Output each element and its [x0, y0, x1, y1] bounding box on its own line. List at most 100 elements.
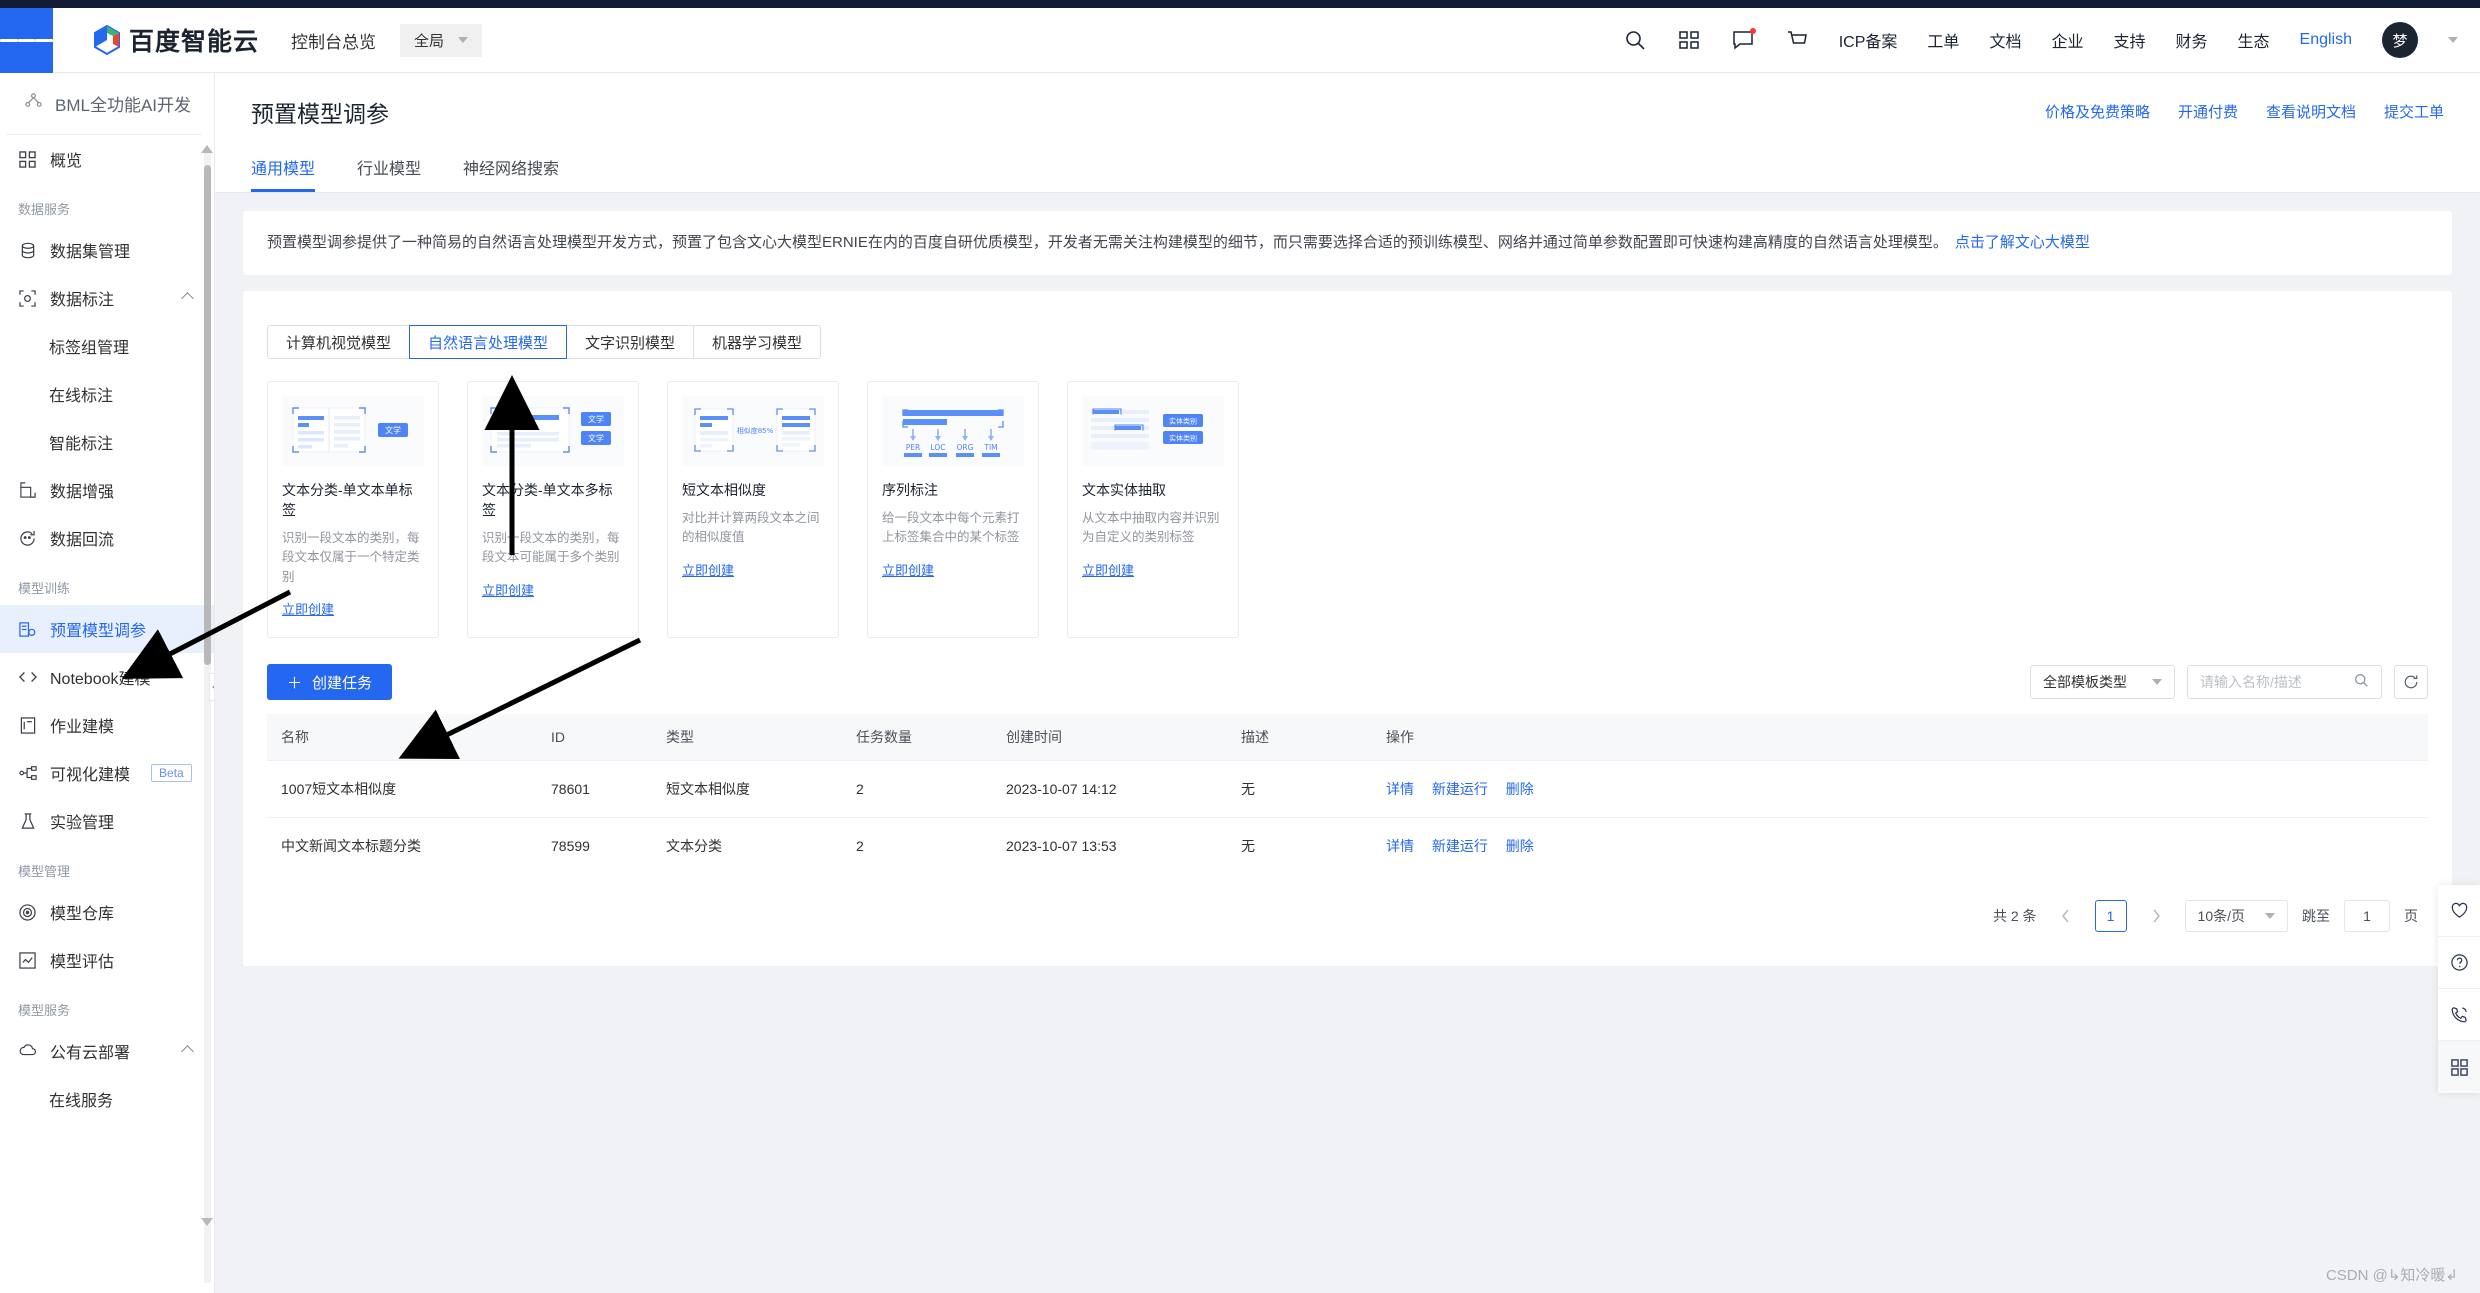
console-title[interactable]: 控制台总览 [291, 28, 376, 53]
info-banner-link[interactable]: 点击了解文心大模型 [1955, 234, 2090, 251]
action-new-run[interactable]: 新建运行 [1432, 838, 1488, 854]
sidebar-item-overview[interactable]: 概览 [0, 135, 214, 183]
col-count: 任务数量 [842, 714, 992, 762]
chevron-down-icon[interactable] [2448, 37, 2458, 43]
tab-industry-model[interactable]: 行业模型 [357, 155, 421, 192]
template-type-select[interactable]: 全部模板类型 [2030, 665, 2175, 700]
sidebar-item-data-augmentation[interactable]: 数据增强 [0, 466, 214, 514]
action-detail[interactable]: 详情 [1386, 838, 1414, 854]
model-card[interactable]: 文学 文本分类-单文本单标签 识别一段文本的类别，每段文本仅属于一个特定类别 立… [267, 381, 439, 639]
action-new-run[interactable]: 新建运行 [1432, 781, 1488, 797]
sidebar-item-smart-annotation[interactable]: 智能标注 [0, 418, 214, 466]
next-page-button[interactable] [2141, 901, 2171, 931]
sidebar-item-experiment-management[interactable]: 实验管理 [0, 797, 214, 845]
tab-nas[interactable]: 神经网络搜索 [463, 155, 559, 192]
grid-icon[interactable] [2438, 1041, 2480, 1093]
sidebar-scrollbar-thumb[interactable] [204, 165, 211, 665]
brand[interactable]: 百度智能云 [93, 22, 259, 58]
tab-general-model[interactable]: 通用模型 [251, 155, 316, 192]
sidebar-item-model-repository[interactable]: 模型仓库 [0, 888, 214, 936]
category-cv[interactable]: 计算机视觉模型 [267, 325, 411, 359]
header-link-support[interactable]: 支持 [2113, 28, 2145, 52]
card-thumbnail: PER LOC ORG TIM [882, 396, 1024, 466]
cart-icon[interactable] [1785, 28, 1809, 52]
create-task-button[interactable]: ＋ 创建任务 [267, 664, 393, 701]
search-icon[interactable] [2354, 673, 2369, 691]
model-card[interactable]: PER LOC ORG TIM 序列标注 给一段文本中每个元素打上标签集合中的某个标… [867, 381, 1039, 639]
sidebar-item-notebook-modeling[interactable]: Notebook建模 [0, 653, 214, 701]
sidebar-item-label-group-management[interactable]: 标签组管理 [0, 322, 214, 370]
scroll-up-arrow-icon[interactable] [201, 145, 213, 153]
action-detail[interactable]: 详情 [1386, 781, 1414, 797]
models-panel: 计算机视觉模型 自然语言处理模型 文字识别模型 机器学习模型 文学 文本分类-单… [243, 291, 2452, 967]
table-filters: 全部模板类型 请输入名称/描述 [2030, 665, 2428, 700]
scroll-down-arrow-icon[interactable] [201, 1218, 213, 1226]
category-ml[interactable]: 机器学习模型 [693, 325, 822, 359]
language-switch[interactable]: English [2300, 31, 2352, 49]
question-icon[interactable] [2438, 937, 2480, 989]
cell-name: 中文新闻文本标题分类 [281, 838, 421, 855]
model-card[interactable]: 实体类别 实体类别 文本实体抽取 从文本中抽取内容并识别为自定义的类别标签 立即… [1067, 381, 1239, 639]
table-head: 名称 ID 类型 任务数量 创建时间 描述 操作 [267, 714, 2428, 762]
card-title: 序列标注 [882, 482, 938, 498]
table-row[interactable]: 1007短文本相似度 78601 短文本相似度 2 2023-10-07 14:… [267, 760, 2428, 819]
sidebar-item-data-annotation[interactable]: 数据标注 [0, 274, 214, 322]
sidebar-item-visual-modeling[interactable]: 可视化建模 Beta [0, 749, 214, 797]
graph-icon [18, 764, 37, 783]
sidebar-collapse-handle[interactable] [209, 673, 214, 701]
sidebar-item-label: Notebook建模 [50, 671, 151, 688]
svg-text:TIM: TIM [983, 443, 997, 452]
heart-icon[interactable] [2438, 885, 2480, 937]
header-link-icp[interactable]: ICP备案 [1839, 28, 1898, 52]
floating-rail [2438, 885, 2480, 1093]
link-view-docs[interactable]: 查看说明文档 [2266, 101, 2356, 122]
create-now-link[interactable]: 立即创建 [482, 580, 534, 599]
model-cards: 文学 文本分类-单文本单标签 识别一段文本的类别，每段文本仅属于一个特定类别 立… [267, 381, 2428, 639]
sidebar-item-online-service[interactable]: 在线服务 [0, 1075, 214, 1123]
create-now-link[interactable]: 立即创建 [882, 560, 934, 579]
header-link-finance[interactable]: 财务 [2175, 28, 2207, 52]
search-input[interactable]: 请输入名称/描述 [2187, 665, 2382, 700]
sidebar-item-data-backflow[interactable]: 数据回流 [0, 514, 214, 562]
link-pricing[interactable]: 价格及免费策略 [2045, 101, 2150, 122]
col-desc: 描述 [1227, 714, 1372, 762]
cell-id: 78599 [551, 838, 590, 855]
sidebar-item-job-modeling[interactable]: 作业建模 [0, 701, 214, 749]
action-delete[interactable]: 删除 [1506, 838, 1534, 854]
header-link-ecosystem[interactable]: 生态 [2238, 28, 2270, 52]
apps-icon[interactable] [1677, 28, 1701, 52]
header-link-docs[interactable]: 文档 [1989, 28, 2021, 52]
create-now-link[interactable]: 立即创建 [282, 599, 334, 618]
page-number-1[interactable]: 1 [2094, 900, 2127, 933]
horizontal-scrollbar[interactable] [215, 1282, 2480, 1293]
category-ocr[interactable]: 文字识别模型 [566, 325, 695, 359]
jump-input[interactable]: 1 [2344, 900, 2390, 933]
avatar[interactable]: 梦 [2382, 22, 2418, 58]
sidebar-item-preset-model-tuning[interactable]: 预置模型调参 [0, 605, 214, 653]
sidebar-item-dataset-management[interactable]: 数据集管理 [0, 226, 214, 274]
message-icon[interactable] [1731, 28, 1756, 52]
refresh-button[interactable] [2394, 665, 2428, 700]
sidebar-item-public-cloud-deploy[interactable]: 公有云部署 [0, 1027, 214, 1075]
notification-dot [1749, 28, 1756, 34]
menu-toggle-button[interactable] [0, 7, 54, 73]
sidebar-product[interactable]: BML全功能AI开发 [6, 73, 202, 135]
model-card[interactable]: 文学 文学 文本分类-单文本多标签 识别一段文本的类别，每段文本可能属于多个类别… [467, 381, 639, 639]
header-link-ticket[interactable]: 工单 [1927, 28, 1959, 52]
table-row[interactable]: 中文新闻文本标题分类 78599 文本分类 2 2023-10-07 13:53… [267, 818, 2428, 875]
action-delete[interactable]: 删除 [1506, 781, 1534, 797]
link-enable-billing[interactable]: 开通付费 [2178, 101, 2238, 122]
link-submit-ticket[interactable]: 提交工单 [2384, 101, 2444, 122]
sidebar-item-online-annotation[interactable]: 在线标注 [0, 370, 214, 418]
region-selector[interactable]: 全局 [400, 23, 483, 57]
category-nlp[interactable]: 自然语言处理模型 [409, 325, 568, 359]
create-now-link[interactable]: 立即创建 [1082, 560, 1134, 579]
page-size-select[interactable]: 10条/页 [2184, 900, 2288, 933]
create-now-link[interactable]: 立即创建 [682, 560, 734, 579]
header-link-enterprise[interactable]: 企业 [2051, 28, 2083, 52]
sidebar-item-model-evaluation[interactable]: 模型评估 [0, 936, 214, 984]
prev-page-button[interactable] [2051, 901, 2081, 931]
phone-icon[interactable] [2438, 989, 2480, 1041]
model-card[interactable]: 相似度85% 短文本相似度 对比并计算两段文本之间的相似度值 立即创建 [667, 381, 839, 639]
search-icon[interactable] [1623, 28, 1647, 52]
